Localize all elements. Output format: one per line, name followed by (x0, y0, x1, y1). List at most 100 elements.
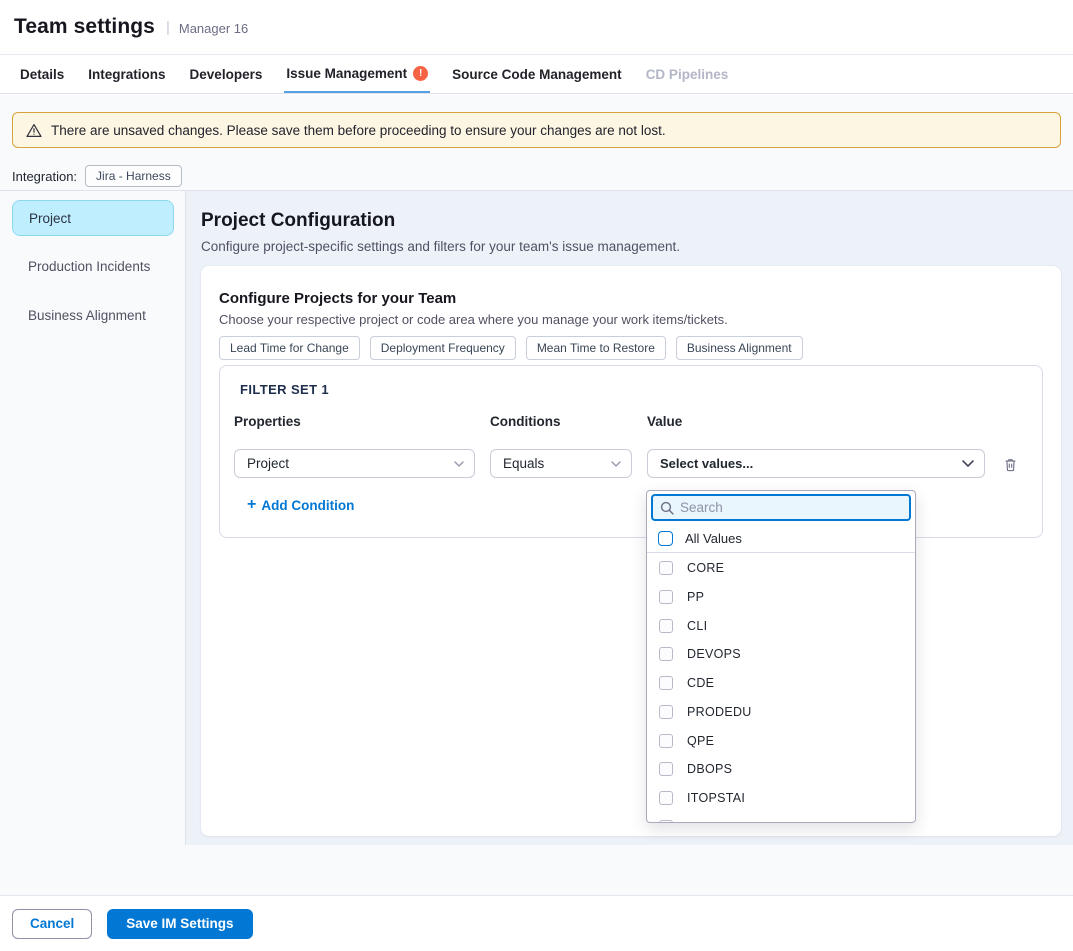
option-label: PP (687, 590, 704, 604)
tab-details-label: Details (20, 67, 64, 82)
configure-projects-card: Configure Projects for your Team Choose … (201, 266, 1061, 836)
warning-icon (26, 123, 42, 138)
sidebar-item-production-incidents[interactable]: Production Incidents (28, 259, 150, 274)
integration-row: Integration: Jira - Harness (12, 165, 182, 187)
option-label: CLI (687, 619, 707, 633)
tab-integrations-label: Integrations (88, 67, 165, 82)
team-name: Manager 16 (179, 19, 248, 36)
value-column-label: Value (647, 414, 682, 429)
sidebar-item-business-alignment-label: Business Alignment (28, 308, 146, 323)
chip-business-alignment[interactable]: Business Alignment (676, 336, 803, 360)
metric-chips: Lead Time for Change Deployment Frequenc… (219, 336, 803, 360)
option-dbops[interactable]: DBOPS (647, 754, 915, 783)
sidebar-divider (185, 191, 186, 845)
option-label: CDE (687, 676, 714, 690)
option-cde[interactable]: CDE (647, 668, 915, 697)
property-select[interactable]: Project (234, 449, 475, 478)
option-checkbox[interactable] (659, 647, 673, 661)
option-label: PIPE (687, 820, 717, 824)
tab-details[interactable]: Details (18, 56, 66, 93)
properties-column-label: Properties (234, 414, 301, 429)
cancel-button[interactable]: Cancel (12, 909, 92, 939)
option-label: DBOPS (687, 762, 732, 776)
option-checkbox[interactable] (659, 561, 673, 575)
option-checkbox[interactable] (659, 762, 673, 776)
sidebar-item-production-incidents-label: Production Incidents (28, 259, 150, 274)
condition-select[interactable]: Equals (490, 449, 632, 478)
option-label: CORE (687, 561, 724, 575)
option-qpe[interactable]: QPE (647, 726, 915, 755)
section-title: Project Configuration (201, 210, 395, 232)
option-cli[interactable]: CLI (647, 611, 915, 640)
chevron-down-icon (962, 460, 974, 467)
condition-select-value: Equals (503, 456, 544, 471)
option-core[interactable]: CORE (647, 553, 915, 582)
option-label: QPE (687, 734, 714, 748)
option-checkbox[interactable] (659, 791, 673, 805)
property-select-value: Project (247, 456, 289, 471)
option-checkbox[interactable] (659, 820, 673, 824)
save-im-settings-button[interactable]: Save IM Settings (107, 909, 252, 939)
option-checkbox[interactable] (659, 590, 673, 604)
unsaved-changes-badge-icon: ! (413, 66, 428, 81)
filter-set-title: FILTER SET 1 (240, 382, 329, 397)
chip-mean-time-to-restore[interactable]: Mean Time to Restore (526, 336, 666, 360)
page-title: Team settings (14, 15, 155, 39)
option-prodedu[interactable]: PRODEDU (647, 697, 915, 726)
tab-bar: Details Integrations Developers Issue Ma… (0, 56, 1073, 94)
dropdown-search-input[interactable] (680, 500, 902, 515)
filter-set-panel: FILTER SET 1 Properties Conditions Value… (219, 365, 1043, 538)
option-label: ITOPSTAI (687, 791, 745, 805)
section-divider (0, 190, 1073, 191)
option-all-values[interactable]: All Values (647, 525, 915, 553)
plus-icon: + (247, 497, 256, 514)
page-header: Team settings | Manager 16 (0, 0, 1073, 55)
integration-label: Integration: (12, 169, 77, 184)
sidebar-item-project-label: Project (29, 211, 71, 226)
all-values-label: All Values (685, 531, 742, 546)
unsaved-changes-banner: There are unsaved changes. Please save t… (12, 112, 1061, 148)
chevron-down-icon (454, 461, 464, 467)
option-itopstai[interactable]: ITOPSTAI (647, 783, 915, 812)
card-subtitle: Choose your respective project or code a… (219, 312, 728, 327)
option-pp[interactable]: PP (647, 582, 915, 611)
chevron-down-icon (611, 461, 621, 467)
sidebar-item-business-alignment[interactable]: Business Alignment (28, 308, 146, 323)
tab-issue-management[interactable]: Issue Management ! (284, 56, 430, 93)
option-checkbox[interactable] (659, 734, 673, 748)
tab-cd-pipelines-label: CD Pipelines (646, 67, 729, 82)
team-settings-page: Team settings | Manager 16 Details Integ… (0, 0, 1073, 951)
banner-text: There are unsaved changes. Please save t… (51, 123, 666, 138)
tab-cd-pipelines: CD Pipelines (644, 56, 731, 93)
option-label: DEVOPS (687, 647, 741, 661)
footer-action-bar: Cancel Save IM Settings (0, 895, 1073, 951)
sidebar-item-project[interactable]: Project (12, 200, 174, 236)
tab-source-code-management[interactable]: Source Code Management (450, 56, 624, 93)
option-devops[interactable]: DEVOPS (647, 639, 915, 668)
option-pipe[interactable]: PIPE (647, 812, 915, 823)
value-select-dropdown: All Values CORE PP CLI DEVOPS CDE PRODED… (646, 490, 916, 823)
add-condition-button[interactable]: + Add Condition (247, 497, 354, 514)
search-icon (660, 501, 674, 515)
tab-integrations[interactable]: Integrations (86, 56, 167, 93)
tab-developers-label: Developers (190, 67, 263, 82)
delete-filter-button[interactable] (1000, 454, 1020, 474)
trash-icon (1003, 457, 1018, 472)
section-subtitle: Configure project-specific settings and … (201, 239, 680, 254)
card-title: Configure Projects for your Team (219, 290, 456, 307)
option-checkbox[interactable] (659, 705, 673, 719)
tab-developers[interactable]: Developers (188, 56, 265, 93)
conditions-column-label: Conditions (490, 414, 561, 429)
title-separator: | (166, 19, 170, 36)
all-values-checkbox[interactable] (658, 531, 673, 546)
tab-source-code-management-label: Source Code Management (452, 67, 622, 82)
value-select-placeholder: Select values... (660, 456, 753, 471)
integration-chip[interactable]: Jira - Harness (85, 165, 182, 187)
dropdown-search[interactable] (651, 494, 911, 521)
option-checkbox[interactable] (659, 676, 673, 690)
option-checkbox[interactable] (659, 619, 673, 633)
chip-deployment-frequency[interactable]: Deployment Frequency (370, 336, 516, 360)
option-label: PRODEDU (687, 705, 752, 719)
value-select[interactable]: Select values... (647, 449, 985, 478)
chip-lead-time-for-change[interactable]: Lead Time for Change (219, 336, 360, 360)
